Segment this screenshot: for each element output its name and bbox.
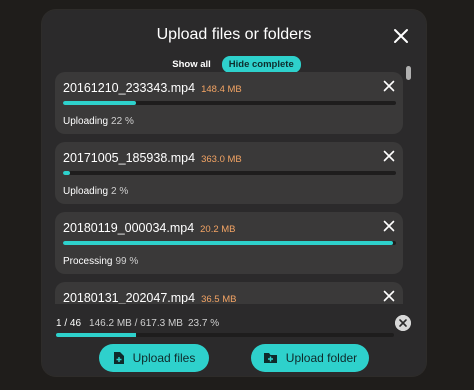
total-percent: 23.7 %	[187, 318, 220, 329]
file-size: 20.2 MB	[200, 224, 236, 235]
cancel-upload-icon[interactable]	[383, 290, 395, 302]
upload-dialog: Upload files or folders Show all Hide co…	[42, 10, 426, 376]
total-progress-fill	[56, 333, 137, 337]
file-name: 20171005_185938.mp4	[63, 151, 196, 165]
cancel-upload-icon[interactable]	[383, 220, 395, 232]
upload-percent: 99 %	[115, 256, 139, 267]
file-size: 148.4 MB	[201, 84, 242, 95]
upload-status: Uploading	[63, 116, 109, 127]
dialog-title: Upload files or folders	[156, 26, 312, 43]
file-name: 20180131_202047.mp4	[63, 291, 196, 305]
file-name: 20180119_000034.mp4	[63, 221, 195, 235]
file-size: 363.0 MB	[201, 154, 242, 165]
file-add-icon	[113, 352, 124, 364]
upload-item: 20161210_233343.mp4 148.4 MB Uploading 22 …	[55, 72, 403, 134]
upload-item: 20171005_185938.mp4 363.0 MB Uploading 2 %	[55, 142, 403, 204]
upload-files-label: Upload files	[132, 351, 196, 365]
total-progress-bar	[56, 333, 394, 337]
upload-progress-fill	[63, 101, 137, 105]
folder-add-icon	[263, 353, 277, 363]
upload-status: Processing	[63, 256, 113, 267]
total-transferred: 146.2 MB / 617.3 MB	[89, 318, 183, 329]
show-all-filter[interactable]: Show all	[167, 57, 216, 72]
hide-complete-filter[interactable]: Hide complete	[221, 56, 301, 73]
close-icon[interactable]	[391, 26, 411, 46]
upload-folder-label: Upload folder	[285, 351, 358, 365]
scrollbar-thumb[interactable]	[406, 66, 411, 80]
upload-progress-bar	[63, 101, 396, 105]
upload-item: 20180119_000034.mp4 20.2 MB Processing 99 …	[55, 212, 403, 274]
cancel-upload-icon[interactable]	[383, 80, 395, 92]
filter-toggle: Show all Hide complete	[42, 56, 426, 73]
cancel-upload-icon[interactable]	[383, 150, 395, 162]
upload-folder-button[interactable]: Upload folder	[251, 344, 369, 372]
upload-list: 20161210_233343.mp4 148.4 MB Uploading 22 …	[55, 72, 403, 308]
upload-count: 1 / 46	[56, 318, 82, 329]
upload-percent: 2 %	[111, 186, 129, 197]
upload-percent: 22 %	[111, 116, 134, 127]
file-name: 20161210_233343.mp4	[63, 81, 196, 95]
upload-progress-bar	[63, 171, 396, 175]
cancel-all-icon[interactable]	[395, 315, 411, 331]
upload-status: Uploading	[63, 186, 109, 197]
upload-footer: 1 / 46 146.2 MB / 617.3 MB 23.7 % Upload f…	[42, 304, 426, 376]
upload-progress-fill	[63, 171, 70, 175]
upload-progress-fill	[63, 241, 393, 245]
upload-files-button[interactable]: Upload files	[99, 344, 209, 372]
upload-progress-bar	[63, 241, 396, 245]
